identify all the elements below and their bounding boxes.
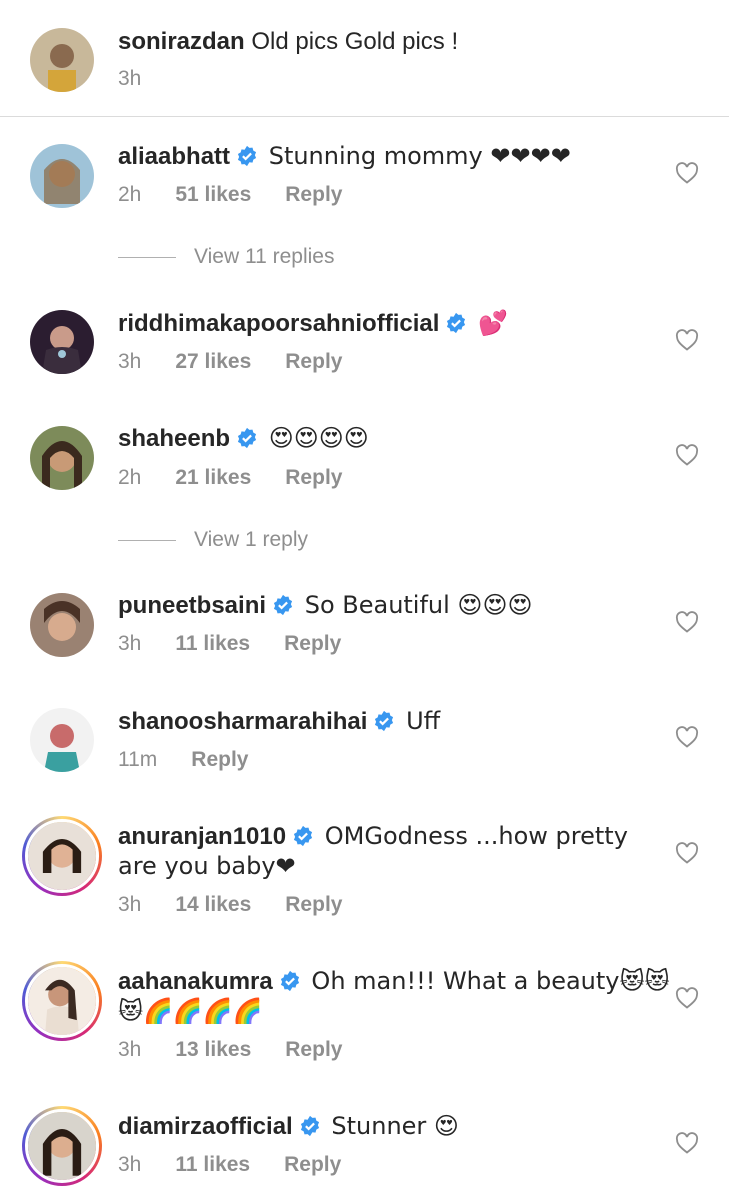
- like-heart-icon[interactable]: [675, 611, 699, 633]
- view-replies-button[interactable]: View 1 reply: [118, 528, 308, 552]
- verified-badge-icon: [447, 312, 466, 334]
- comment-text: 💕: [478, 309, 508, 337]
- avatar[interactable]: [30, 144, 94, 208]
- reply-button[interactable]: Reply: [285, 350, 342, 373]
- likes-count[interactable]: 11 likes: [175, 1153, 250, 1176]
- like-heart-icon[interactable]: [675, 444, 699, 466]
- comment-text: Stunner 😍: [331, 1112, 459, 1140]
- avatar[interactable]: [30, 426, 94, 490]
- comment-text: So Beautiful 😍😍😍: [304, 591, 533, 619]
- verified-badge-icon: [273, 594, 293, 616]
- timestamp: 3h: [118, 893, 142, 916]
- timestamp: 3h: [118, 632, 142, 655]
- avatar[interactable]: [30, 708, 94, 772]
- comment-text: OMGodness ...how pretty: [324, 822, 628, 850]
- username[interactable]: shaheenb: [118, 425, 230, 452]
- comment-text: Oh man!!! What a beauty😻😻: [311, 967, 670, 995]
- comment-text-continued: 😻🌈🌈🌈🌈: [118, 997, 263, 1025]
- timestamp: 2h: [118, 466, 142, 489]
- post-caption: sonirazdan Old pics Gold pics ! 3h: [0, 0, 729, 117]
- verified-badge-icon: [237, 145, 257, 167]
- timestamp: 3h: [118, 1038, 142, 1061]
- avatar[interactable]: [30, 593, 94, 657]
- username[interactable]: riddhimakapoorsahniofficial: [118, 310, 439, 337]
- timestamp: 11m: [118, 748, 158, 771]
- view-replies-button[interactable]: View 11 replies: [118, 245, 334, 269]
- avatar[interactable]: [30, 28, 94, 92]
- username[interactable]: anuranjan1010: [118, 823, 286, 850]
- timestamp: 3h: [118, 1153, 142, 1176]
- like-heart-icon[interactable]: [675, 1132, 699, 1154]
- username[interactable]: aahanakumra: [118, 968, 273, 995]
- likes-count[interactable]: 13 likes: [175, 1038, 251, 1061]
- verified-badge-icon: [294, 825, 313, 847]
- avatar[interactable]: [22, 961, 102, 1041]
- avatar[interactable]: [22, 816, 102, 896]
- comment-text: Old pics Gold pics !: [251, 28, 459, 55]
- comment-text: 😍😍😍😍: [268, 424, 369, 452]
- avatar[interactable]: [22, 1106, 102, 1186]
- likes-count[interactable]: 14 likes: [175, 893, 251, 916]
- likes-count[interactable]: 27 likes: [175, 350, 251, 373]
- reply-button[interactable]: Reply: [285, 1038, 342, 1061]
- comment-text: Uff: [406, 707, 441, 735]
- timestamp: 2h: [118, 183, 142, 206]
- like-heart-icon[interactable]: [675, 987, 699, 1009]
- reply-button[interactable]: Reply: [285, 893, 342, 916]
- reply-button[interactable]: Reply: [284, 1153, 341, 1176]
- reply-button[interactable]: Reply: [285, 183, 342, 206]
- username[interactable]: diamirzaofficial: [118, 1113, 293, 1140]
- avatar[interactable]: [30, 310, 94, 374]
- verified-badge-icon: [280, 970, 299, 992]
- timestamp: 3h: [118, 67, 142, 90]
- verified-badge-icon: [375, 710, 394, 732]
- comment-text: Stunning mommy ❤❤❤❤: [268, 142, 571, 170]
- like-heart-icon[interactable]: [675, 329, 699, 351]
- like-heart-icon[interactable]: [675, 842, 699, 864]
- likes-count[interactable]: 51 likes: [175, 183, 251, 206]
- username[interactable]: sonirazdan: [118, 28, 245, 55]
- username[interactable]: puneetbsaini: [118, 592, 266, 619]
- comment-text-continued: are you baby❤: [118, 852, 296, 880]
- verified-badge-icon: [237, 427, 257, 449]
- timestamp: 3h: [118, 350, 142, 373]
- username[interactable]: shanoosharmarahihai: [118, 708, 367, 735]
- reply-button[interactable]: Reply: [191, 748, 248, 771]
- username[interactable]: aliaabhatt: [118, 143, 230, 170]
- like-heart-icon[interactable]: [675, 162, 699, 184]
- likes-count[interactable]: 11 likes: [175, 632, 250, 655]
- verified-badge-icon: [300, 1115, 319, 1137]
- like-heart-icon[interactable]: [675, 726, 699, 748]
- divider: [118, 539, 176, 541]
- likes-count[interactable]: 21 likes: [175, 466, 251, 489]
- divider: [118, 256, 176, 258]
- reply-button[interactable]: Reply: [284, 632, 341, 655]
- reply-button[interactable]: Reply: [285, 466, 342, 489]
